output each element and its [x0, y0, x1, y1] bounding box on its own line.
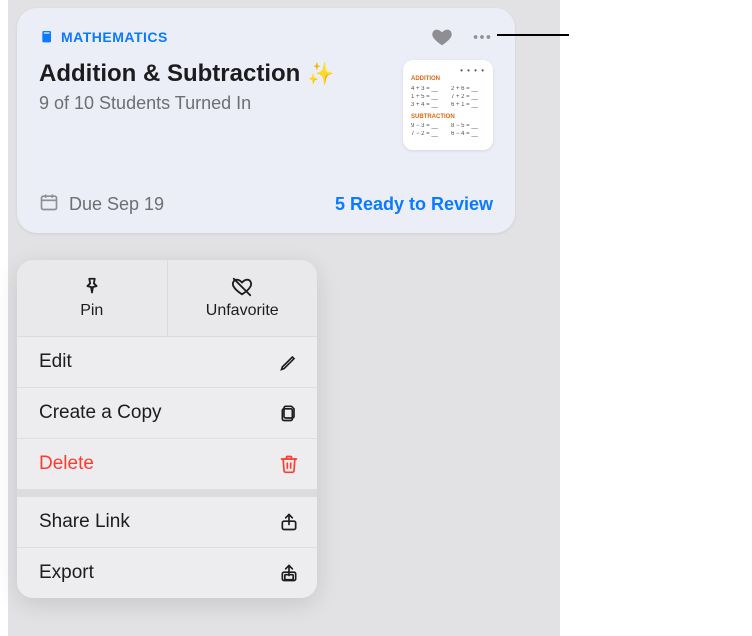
due-date-row: Due Sep 19: [39, 192, 164, 217]
export-icon: [279, 563, 299, 583]
menu-separator: [17, 489, 317, 497]
worksheet-thumbnail[interactable]: • • • • ADDITION 4 + 3 = __2 + 6 = __ 1 …: [403, 60, 493, 150]
subject-label: MATHEMATICS: [61, 29, 168, 45]
delete-menu-item[interactable]: Delete: [17, 438, 317, 489]
delete-label: Delete: [39, 453, 94, 475]
edit-menu-item[interactable]: Edit: [17, 337, 317, 387]
pencil-icon: [279, 352, 299, 372]
copy-menu-item[interactable]: Create a Copy: [17, 387, 317, 438]
assignment-card: MATHEMATICS Addition & Subtraction ✨ 9 o…: [17, 8, 515, 233]
share-icon: [279, 512, 299, 532]
title-text: Addition & Subtraction: [39, 60, 300, 87]
share-link-menu-item[interactable]: Share Link: [17, 497, 317, 547]
calendar-icon: [39, 192, 59, 217]
app-canvas: MATHEMATICS Addition & Subtraction ✨ 9 o…: [8, 0, 560, 636]
turned-in-status: 9 of 10 Students Turned In: [39, 93, 403, 114]
title-block: Addition & Subtraction ✨ 9 of 10 Student…: [39, 60, 403, 114]
callout-line: [497, 34, 569, 36]
pin-label: Pin: [80, 302, 103, 320]
duplicate-icon: [279, 403, 299, 423]
pin-button[interactable]: Pin: [17, 260, 167, 336]
favorite-heart-icon[interactable]: [431, 26, 453, 48]
card-header-actions: [431, 26, 493, 48]
ready-to-review-link[interactable]: 5 Ready to Review: [335, 194, 493, 215]
subject-row[interactable]: MATHEMATICS: [39, 29, 168, 45]
pin-icon: [81, 276, 103, 298]
unfavorite-button[interactable]: Unfavorite: [167, 260, 318, 336]
thumb-heading-1: ADDITION: [411, 76, 485, 84]
sparkles-icon: ✨: [307, 61, 334, 86]
export-menu-item[interactable]: Export: [17, 547, 317, 598]
context-menu: Pin Unfavorite Edit Create a Copy Delete: [17, 260, 317, 598]
more-ellipsis-icon[interactable]: [471, 26, 493, 48]
thumb-heading-2: SUBTRACTION: [411, 114, 485, 122]
thumb-decor-dots: • • • •: [411, 66, 485, 76]
assignment-title: Addition & Subtraction ✨: [39, 60, 403, 89]
export-label: Export: [39, 562, 94, 584]
due-date-text: Due Sep 19: [69, 194, 164, 215]
title-row: Addition & Subtraction ✨ 9 of 10 Student…: [39, 60, 493, 150]
card-footer: Due Sep 19 5 Ready to Review: [39, 192, 493, 217]
subject-book-icon: [39, 29, 55, 45]
heart-slash-icon: [231, 276, 253, 298]
edit-label: Edit: [39, 351, 72, 373]
trash-icon: [279, 454, 299, 474]
card-header: MATHEMATICS: [39, 26, 493, 48]
menu-top-row: Pin Unfavorite: [17, 260, 317, 337]
copy-label: Create a Copy: [39, 402, 162, 424]
unfavorite-label: Unfavorite: [206, 302, 279, 320]
share-label: Share Link: [39, 511, 130, 533]
